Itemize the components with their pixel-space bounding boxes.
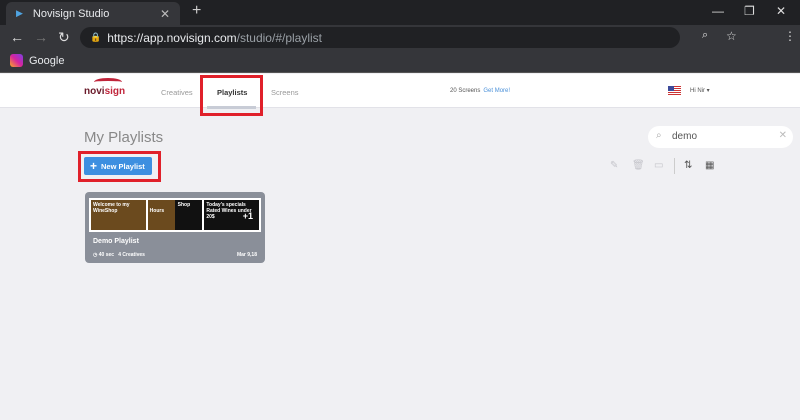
app-header: novisign Creatives Playlists Screens 20 … <box>0 74 800 108</box>
browser-tab-bar: ▶ Novisign Studio ✕ + — ❐ ✕ <box>0 0 800 25</box>
search-icon: ⌕ <box>656 130 662 141</box>
toolbar-divider <box>674 158 675 174</box>
minimize-icon[interactable]: — <box>712 4 724 18</box>
page-title: My Playlists <box>84 129 164 146</box>
nav-screens[interactable]: Screens <box>271 88 299 97</box>
plus-icon: + <box>90 159 98 173</box>
close-tab-icon[interactable]: ✕ <box>160 7 170 21</box>
browser-tab[interactable]: ▶ Novisign Studio ✕ <box>6 2 180 25</box>
sort-icon[interactable]: ⇅ <box>684 160 692 171</box>
instagram-icon <box>10 54 23 67</box>
active-tab-indicator <box>207 106 256 109</box>
restore-icon[interactable]: ❐ <box>744 4 755 18</box>
new-tab-icon[interactable]: + <box>192 2 201 20</box>
address-bar[interactable]: 🔒 https://app.novisign.com/studio/#/playl… <box>80 27 680 48</box>
bookmark-google[interactable]: Google <box>10 54 64 67</box>
play-icon: ▶ <box>16 8 23 18</box>
user-menu[interactable]: Hi Nir ▾ <box>690 87 710 94</box>
tab-title: Novisign Studio <box>32 7 110 20</box>
search-input[interactable]: ⌕ demo ✕ <box>648 126 793 148</box>
playlist-name: Demo Playlist <box>93 238 139 245</box>
thumbnail: Today's specials Rated Wines under 20$ +1 <box>204 200 260 230</box>
thumbnail: Welcome to my WineShop <box>91 200 146 230</box>
screens-count: 20 Screens Get More! <box>450 88 511 94</box>
menu-icon[interactable]: ⋮ <box>784 29 796 43</box>
star-icon[interactable]: ☆ <box>726 29 737 43</box>
browser-toolbar: ← → ↻ 🔒 https://app.novisign.com/studio/#… <box>0 25 800 50</box>
edit-icon[interactable]: ✎ <box>610 160 618 171</box>
trash-icon[interactable]: 🗑 <box>632 160 645 171</box>
logo[interactable]: novisign <box>84 78 125 97</box>
lock-icon: 🔒 <box>90 32 102 42</box>
reload-icon[interactable]: ↻ <box>58 29 70 46</box>
highlight-playlists <box>200 75 263 116</box>
duplicate-icon[interactable]: ▭ <box>654 160 663 171</box>
playlist-card[interactable]: Welcome to my WineShop Shop Hours Today'… <box>85 192 265 263</box>
playlist-meta: ◷ 40 sec 4 Creatives Mar 9,18 <box>93 252 257 258</box>
clear-icon[interactable]: ✕ <box>779 130 787 141</box>
get-more-link[interactable]: Get More! <box>483 88 510 94</box>
thumbnail: Shop Hours <box>147 200 203 230</box>
playlist-thumbnails: Welcome to my WineShop Shop Hours Today'… <box>89 198 261 232</box>
bookmarks-bar: Google <box>0 50 800 73</box>
nav-creatives[interactable]: Creatives <box>161 88 193 97</box>
clock-icon: ◷ <box>93 252 98 258</box>
new-playlist-button[interactable]: + New Playlist <box>84 157 152 175</box>
forward-icon[interactable]: → <box>34 29 48 45</box>
grid-view-icon[interactable]: ▦ <box>705 160 714 171</box>
zoom-icon[interactable]: ⌕ <box>702 29 708 42</box>
more-count: +1 <box>242 211 254 221</box>
us-flag-icon[interactable] <box>668 86 681 95</box>
close-window-icon[interactable]: ✕ <box>776 4 786 18</box>
back-icon[interactable]: ← <box>10 29 24 45</box>
